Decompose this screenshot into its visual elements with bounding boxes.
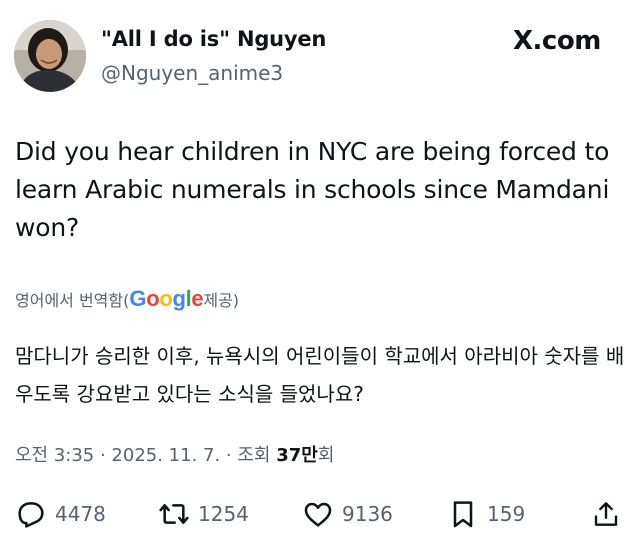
translated-text: 맘다니가 승리한 이후, 뉴욕시의 어린이들이 학교에서 아라비아 숫자를 배우… xyxy=(15,344,625,406)
share-icon xyxy=(594,502,618,526)
repost-icon xyxy=(159,504,189,524)
post-text: Did you hear children in NYC are being f… xyxy=(15,137,610,242)
post-timestamp[interactable]: 오전 3:35 · 2025. 11. 7. · 조회 xyxy=(15,445,276,466)
like-button[interactable]: 9136 xyxy=(302,498,393,530)
view-count: 37만 xyxy=(276,445,318,466)
like-count: 9136 xyxy=(342,502,393,526)
avatar[interactable] xyxy=(14,20,86,92)
reply-icon xyxy=(18,502,44,528)
bookmark-button[interactable]: 159 xyxy=(447,498,525,530)
bookmark-count: 159 xyxy=(487,502,526,526)
reply-button[interactable]: 4478 xyxy=(15,498,106,530)
heart-icon xyxy=(304,502,332,527)
share-button[interactable] xyxy=(591,498,621,530)
post-meta: 오전 3:35 · 2025. 11. 7. · 조회 37만회 xyxy=(15,441,334,467)
translation-label[interactable]: 영어에서 번역함( Google 제공) xyxy=(15,286,239,312)
avatar-image xyxy=(14,20,86,92)
view-count-suffix: 회 xyxy=(317,445,335,466)
author-display-name[interactable]: "All I do is" Nguyen xyxy=(101,27,326,51)
repost-count: 1254 xyxy=(198,502,249,526)
translation-prefix: 영어에서 번역함( xyxy=(15,291,130,310)
brand-logo: X.com xyxy=(513,26,601,56)
translation-suffix: 제공) xyxy=(203,291,240,310)
google-logo: Google xyxy=(129,286,204,311)
repost-button[interactable]: 1254 xyxy=(158,498,249,530)
reply-count: 4478 xyxy=(55,502,106,526)
bookmark-icon xyxy=(453,501,473,528)
author-handle[interactable]: @Nguyen_anime3 xyxy=(101,61,283,85)
